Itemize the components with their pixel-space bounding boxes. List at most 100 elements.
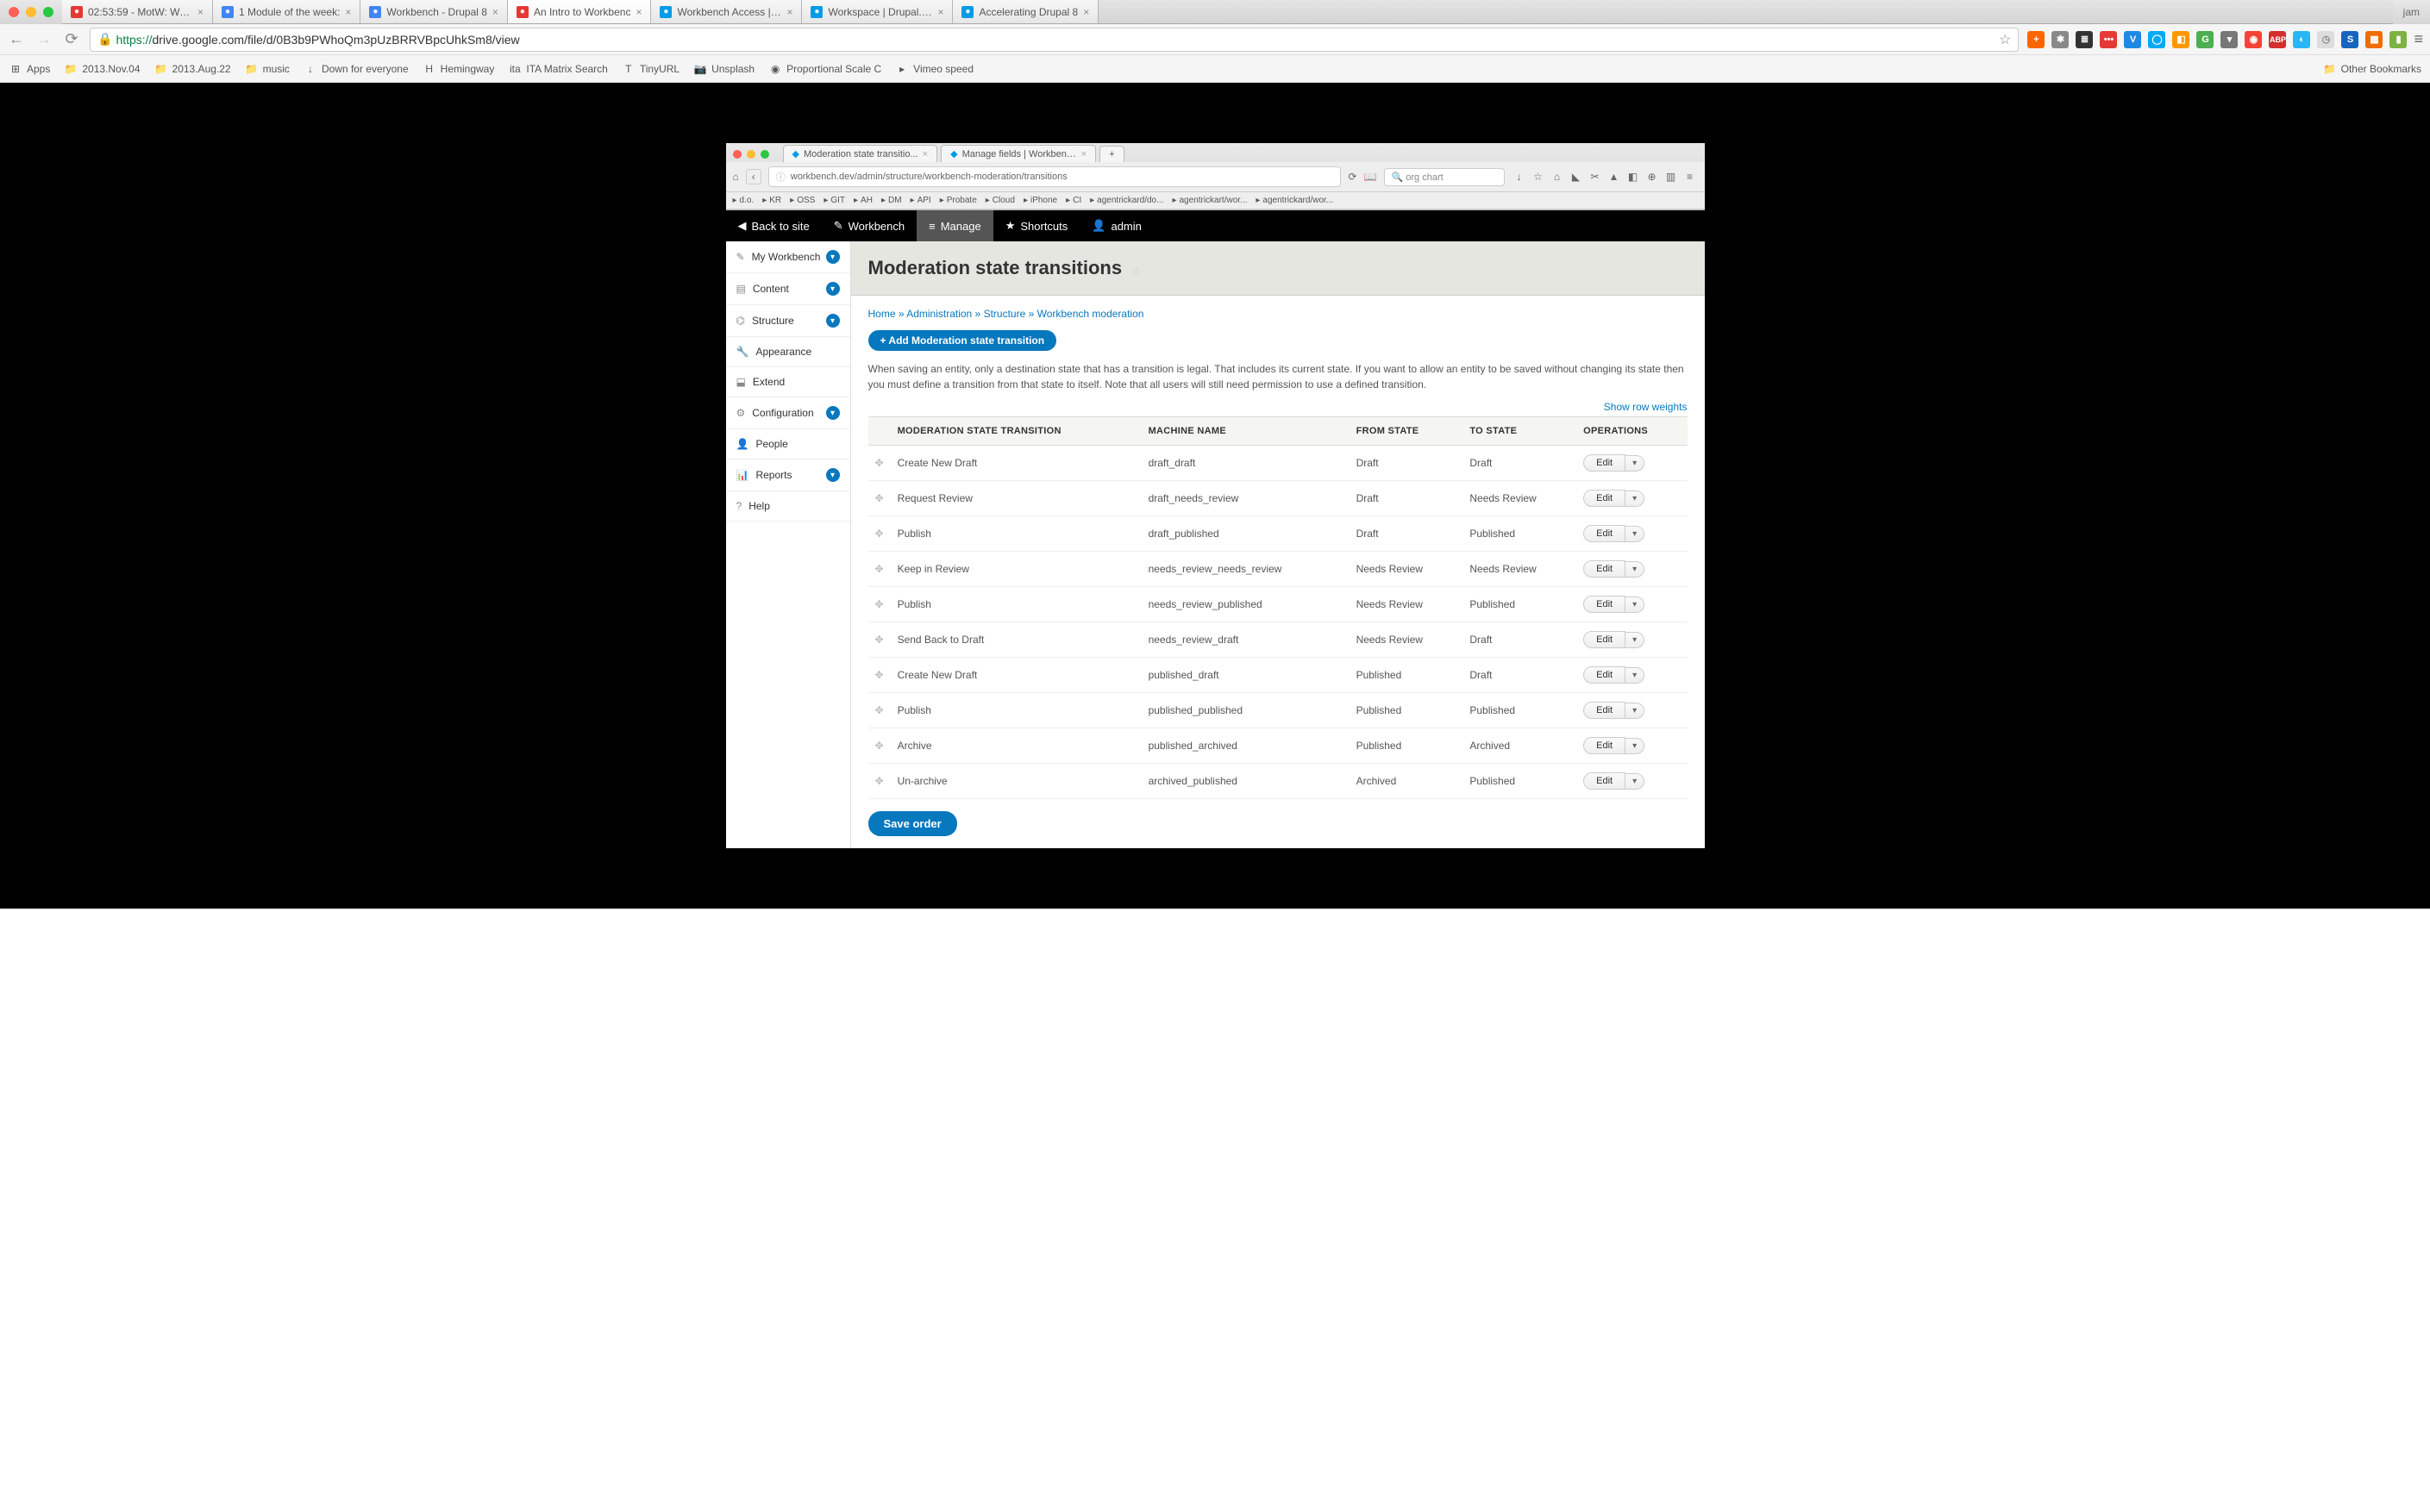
toolbar-manage[interactable]: ≡Manage bbox=[917, 210, 993, 241]
close-tab-icon[interactable]: × bbox=[1083, 6, 1089, 18]
ext-icon[interactable]: ⊕ bbox=[1644, 171, 1660, 183]
back-icon[interactable]: ‹ bbox=[746, 169, 761, 184]
ext-icon[interactable]: ▲ bbox=[1606, 171, 1622, 183]
chevron-down-icon[interactable]: ▾ bbox=[826, 468, 840, 482]
maximize-window-icon[interactable] bbox=[761, 150, 769, 159]
operations-dropdown-icon[interactable]: ▾ bbox=[1625, 597, 1644, 613]
bookmark-item[interactable]: TTinyURL bbox=[622, 62, 680, 76]
operations-dropdown-icon[interactable]: ▾ bbox=[1625, 773, 1644, 790]
drag-handle-icon[interactable]: ✥ bbox=[868, 693, 891, 728]
bookmark-item[interactable]: ▸ agentrickard/wor... bbox=[1256, 196, 1333, 205]
save-order-button[interactable]: Save order bbox=[868, 811, 957, 836]
bookmark-item[interactable]: 📁2013.Nov.04 bbox=[64, 62, 140, 76]
minimize-window-icon[interactable] bbox=[747, 150, 755, 159]
close-tab-icon[interactable]: × bbox=[345, 6, 351, 18]
bookmark-item[interactable]: ↓Down for everyone bbox=[304, 62, 409, 76]
browser-tab[interactable]: ◆Moderation state transitio...× bbox=[783, 145, 938, 162]
bookmark-item[interactable]: ▸ CI bbox=[1066, 196, 1081, 205]
operations-dropdown-icon[interactable]: ▾ bbox=[1625, 561, 1644, 578]
bookmark-star-icon[interactable]: ☆ bbox=[1999, 31, 2011, 48]
ext-icon[interactable]: ◷ bbox=[2317, 31, 2334, 48]
menu-icon[interactable]: ≡ bbox=[1682, 171, 1698, 183]
browser-tab[interactable]: ●Accelerating Drupal 8× bbox=[953, 0, 1099, 23]
browser-tab[interactable]: ●1 Module of the week:× bbox=[213, 0, 360, 23]
close-tab-icon[interactable]: × bbox=[937, 6, 943, 18]
show-row-weights-link[interactable]: Show row weights bbox=[868, 401, 1688, 413]
ext-icon[interactable]: ≣ bbox=[2076, 31, 2093, 48]
reader-icon[interactable]: 📖 bbox=[1364, 171, 1377, 183]
pocket-icon[interactable]: ◣ bbox=[1569, 171, 1584, 183]
minimize-window-icon[interactable] bbox=[26, 7, 36, 17]
bookmark-item[interactable]: ▸ d.o. bbox=[733, 196, 755, 205]
bookmark-item[interactable]: ▸ API bbox=[911, 196, 931, 205]
ext-icon[interactable]: ABP bbox=[2269, 31, 2286, 48]
operations-dropdown-icon[interactable]: ▾ bbox=[1625, 667, 1644, 684]
breadcrumb[interactable]: Home » Administration » Structure » Work… bbox=[868, 308, 1688, 320]
bookmark-item[interactable]: itaITA Matrix Search bbox=[508, 62, 607, 76]
reload-icon[interactable]: ⟳ bbox=[1348, 171, 1356, 183]
download-icon[interactable]: ↓ bbox=[1512, 171, 1527, 183]
edit-button[interactable]: Edit bbox=[1583, 596, 1625, 613]
reload-icon[interactable]: ⟳ bbox=[62, 30, 81, 48]
bookmark-item[interactable]: HHemingway bbox=[423, 62, 495, 76]
sidebar-item[interactable]: ⬓Extend bbox=[726, 367, 850, 397]
sidebar-item[interactable]: 👤People bbox=[726, 429, 850, 459]
edit-button[interactable]: Edit bbox=[1583, 490, 1625, 507]
other-bookmarks[interactable]: 📁Other Bookmarks bbox=[2323, 62, 2421, 76]
ext-icon[interactable]: ◧ bbox=[1625, 171, 1641, 183]
close-tab-icon[interactable]: × bbox=[492, 6, 498, 18]
star-icon[interactable]: ☆ bbox=[1531, 171, 1546, 183]
drag-handle-icon[interactable]: ✥ bbox=[868, 587, 891, 622]
edit-button[interactable]: Edit bbox=[1583, 454, 1625, 472]
sidebar-item[interactable]: ⌬Structure▾ bbox=[726, 305, 850, 337]
edit-button[interactable]: Edit bbox=[1583, 772, 1625, 790]
drag-handle-icon[interactable]: ✥ bbox=[868, 764, 891, 799]
edit-button[interactable]: Edit bbox=[1583, 666, 1625, 684]
sidebar-item[interactable]: 📊Reports▾ bbox=[726, 459, 850, 491]
operations-dropdown-icon[interactable]: ▾ bbox=[1625, 490, 1644, 507]
ext-icon[interactable]: ▾ bbox=[2220, 31, 2238, 48]
ext-icon[interactable]: ◐ bbox=[2293, 31, 2310, 48]
chevron-down-icon[interactable]: ▾ bbox=[826, 282, 840, 296]
menu-icon[interactable]: ≡ bbox=[2414, 30, 2423, 48]
toolbar-shortcuts[interactable]: ★Shortcuts bbox=[993, 210, 1080, 241]
ext-icon[interactable]: ••• bbox=[2100, 31, 2117, 48]
browser-tab[interactable]: ●Workbench - Drupal 8× bbox=[360, 0, 508, 23]
operations-dropdown-icon[interactable]: ▾ bbox=[1625, 526, 1644, 542]
bookmark-item[interactable]: 📷Unsplash bbox=[693, 62, 755, 76]
inner-search-box[interactable]: 🔍 org chart bbox=[1384, 168, 1505, 186]
back-icon[interactable]: ← bbox=[7, 30, 26, 48]
ext-icon[interactable]: ▦ bbox=[2365, 31, 2383, 48]
edit-button[interactable]: Edit bbox=[1583, 631, 1625, 648]
ext-icon[interactable]: ◉ bbox=[2245, 31, 2262, 48]
browser-tab[interactable]: ●Workspace | Drupal.org× bbox=[802, 0, 953, 23]
ext-icon[interactable]: ▥ bbox=[1663, 171, 1679, 183]
shortcut-star-icon[interactable]: ☆ bbox=[1131, 265, 1141, 277]
ext-icon[interactable]: + bbox=[2027, 31, 2045, 48]
operations-dropdown-icon[interactable]: ▾ bbox=[1625, 703, 1644, 719]
browser-tab[interactable]: ●An Intro to Workbenc× bbox=[508, 0, 652, 23]
drag-handle-icon[interactable]: ✥ bbox=[868, 481, 891, 516]
close-window-icon[interactable] bbox=[9, 7, 19, 17]
bookmark-item[interactable]: 📁music bbox=[245, 62, 290, 76]
bookmark-item[interactable]: ▸ GIT bbox=[824, 196, 845, 205]
close-tab-icon[interactable]: × bbox=[197, 6, 204, 18]
browser-tab[interactable]: ●02:53:59 - MotW: Work× bbox=[62, 0, 213, 23]
bookmark-item[interactable]: 📁2013.Aug.22 bbox=[154, 62, 231, 76]
toolbar-admin[interactable]: 👤admin bbox=[1080, 210, 1154, 241]
drag-handle-icon[interactable]: ✥ bbox=[868, 658, 891, 693]
ext-icon[interactable]: G bbox=[2196, 31, 2214, 48]
drag-handle-icon[interactable]: ✥ bbox=[868, 446, 891, 481]
operations-dropdown-icon[interactable]: ▾ bbox=[1625, 738, 1644, 754]
ext-icon[interactable]: V bbox=[2124, 31, 2141, 48]
chevron-down-icon[interactable]: ▾ bbox=[826, 314, 840, 328]
ext-icon[interactable]: ▮ bbox=[2389, 31, 2407, 48]
sidebar-item[interactable]: 🔧Appearance bbox=[726, 337, 850, 367]
toolbar-workbench[interactable]: ✎Workbench bbox=[822, 210, 917, 241]
close-tab-icon[interactable]: × bbox=[636, 6, 642, 18]
bookmark-item[interactable]: ▸Vimeo speed bbox=[895, 62, 974, 76]
address-bar[interactable]: 🔒 https://drive.google.com/file/d/0B3b9P… bbox=[90, 28, 2019, 52]
chrome-profile[interactable]: jam bbox=[2393, 6, 2430, 18]
browser-tab[interactable]: ●Workbench Access | Dr× bbox=[651, 0, 802, 23]
drag-handle-icon[interactable]: ✥ bbox=[868, 552, 891, 587]
